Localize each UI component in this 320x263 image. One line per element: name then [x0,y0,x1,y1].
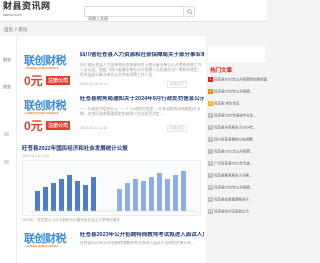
sidebar: 热门文章 1旺苍县2022年公开招聘特岗教师面试...2旺苍县2023年公开招聘… [206,36,267,263]
sidebar-list-item[interactable]: 8 广元旺苍县2021年引进... [208,161,267,169]
sidebar-list-item[interactable]: 9 旺苍县教育局关于开展... [208,173,267,181]
sidebar-item-label: 旺苍县应急管理局关于... [214,197,252,202]
site-logo[interactable]: 财县资讯网 ltianwu.com [3,2,51,17]
left-strip-label[interactable]: 创业 [3,84,11,90]
article-list: 联创财税 LIANCHUANG CAISHUI 0元 注册公司 四川省旺苍县人力… [17,36,206,263]
sidebar-header: 热门文章 [209,66,267,75]
rank-badge: 1 [208,77,213,82]
sidebar-item-label: 旺苍县2021年公开招聘... [214,149,253,154]
sidebar-item-label: 旺苍县水务局关于2024年... [214,125,257,130]
left-strip: 创业 创业 [0,36,17,263]
rank-badge: 9 [208,173,213,178]
rank-badge: 11 [208,197,213,202]
rank-badge: 4 [208,113,213,118]
article-thumbnail[interactable]: 联创财税 LIANCHUANG CAISHUI 0元 注册公司 [22,95,76,134]
thumbnail-brand-sub: LIANCHUANG CAISHUI [25,244,59,248]
sidebar-item-label: 旺苍县2022年高校毕业生... [214,113,257,118]
article-excerpt: 四川省旺苍县人力资源和社会保障局关于部分事业单位公开考核招聘工作人员公告。根据《… [80,63,202,77]
left-strip-marker [4,160,9,164]
sidebar-list-item[interactable]: 6 四川旺苍县森林公安招聘... [208,137,267,145]
rank-badge: 5 [208,125,213,130]
read-more-button[interactable]: 阅读全文 [167,125,187,132]
article-title[interactable]: 旺苍县税务局通知关于2024年9月行政处罚信息公示 [80,96,204,103]
article-document-image[interactable] [22,160,201,216]
logo-subtext: ltianwu.com [3,13,22,17]
sidebar-list-item[interactable]: 10 旺苍县2023年公开招聘... [208,185,267,193]
bar-chart-image [23,161,200,215]
rank-badge: 3 [208,101,213,106]
thumbnail-price-tag: 注册公司 [46,121,71,130]
sidebar-item-label: 旺苍城东片区规划公示 [214,209,249,214]
article-title[interactable]: 旺苍县2023年公开招聘特岗教师考试拟进入面试人员体... [80,232,204,239]
search-box [84,6,184,23]
site-header: 财县资讯网 ltianwu.com [0,0,267,23]
left-strip-marker [4,132,9,136]
sidebar-item-label: 旺苍县2023年公开招聘... [214,89,253,94]
sidebar-ad-block [208,46,265,62]
rank-badge: 7 [208,149,213,154]
rank-badge: 12 [208,209,213,214]
logo-text: 财县资讯网 [3,2,51,12]
article-date: 2024-10-11 12:10 [80,126,108,130]
rank-badge: 10 [208,185,213,190]
sidebar-list-item[interactable]: 1旺苍县2022年公开招聘特岗教师面试... [208,77,267,85]
search-input[interactable] [85,14,183,23]
left-strip-label[interactable]: 创业 [3,57,11,63]
sidebar-title: 热门文章 [210,68,233,74]
article-date: 2024-11-16 13:42 [22,154,50,158]
sidebar-item-label: 旺苍县2022年公开招聘特岗教师面试... [214,77,267,82]
sidebar-list-item[interactable]: 11 旺苍县应急管理局关于... [208,197,267,205]
sidebar-item-label: 广元旺苍县2021年引进... [214,161,253,166]
thumbnail-price-tag: 注册公司 [46,76,71,85]
thumbnail-price: 0元 [24,119,43,133]
breadcrumb-bar: 首页 > 资讯 [0,24,267,35]
search-button[interactable] [185,6,195,17]
sidebar-item-label: 旺苍县2023年公开招聘... [214,185,253,190]
article-title[interactable]: 旺苍县2022年国民经济和社会发展统计公报 [22,144,128,152]
article-date: 2024-12-18 10:20 [80,82,108,86]
thumbnail-brand-sub: LIANCHUANG CAISHUI [25,66,59,70]
article-thumbnail[interactable]: 联创财税 LIANCHUANG CAISHUI 0元 注册公司 [22,50,76,89]
article-thumbnail[interactable]: 联创财税 LIANCHUANG CAISHUI [22,228,76,263]
rank-badge: 2 [208,89,213,94]
article-excerpt: 一、行政处罚信息公示 （一）行政处罚信息 ... 旺苍县税务局依据相关法律，对违… [80,107,201,116]
sidebar-list-item[interactable]: 5 旺苍县水务局关于2024年... [208,125,267,133]
article-title[interactable]: 四川省旺苍县人力资源和社会保障局关于部分事业单位 [80,52,204,59]
sidebar-list-item[interactable]: 2 旺苍县2023年公开招聘... [208,89,267,97]
article-excerpt: 2022年，旺苍县以习近平新时代中国特色社会主义思想为指导... [22,218,123,222]
thumbnail-brand-sub: LIANCHUANG CAISHUI [25,111,59,115]
sidebar-item-label: 四川旺苍县森林公安招聘... [214,137,256,142]
rank-badge: 8 [208,161,213,166]
rank-badge: 6 [208,137,213,142]
sidebar-list-item[interactable]: 7 旺苍县2021年公开招聘... [208,149,267,157]
article-excerpt: 旺苍县2023年公开招聘特岗教师考试拟进入面试人员体检名单公布... [80,241,195,245]
sidebar-list-item[interactable]: 4 旺苍县2022年高校毕业生... [208,113,267,121]
sidebar-list-item[interactable]: 12 旺苍城东片区规划公示 [208,209,267,217]
sidebar-item-label: 旺苍县教育局关于开展... [214,173,252,178]
sidebar-list-item[interactable]: 3 旺苍家 考生专区 [208,101,267,109]
thumbnail-price: 0元 [24,74,43,88]
breadcrumb[interactable]: 首页 > 资讯 [4,27,27,33]
sidebar-item-label: 旺苍家 考生专区 [214,101,240,106]
page: 财县资讯网 ltianwu.com 首页 > 资讯 创业 创业 联创财税 LIA… [0,0,267,263]
read-more-button[interactable]: 阅读全文 [167,81,187,88]
